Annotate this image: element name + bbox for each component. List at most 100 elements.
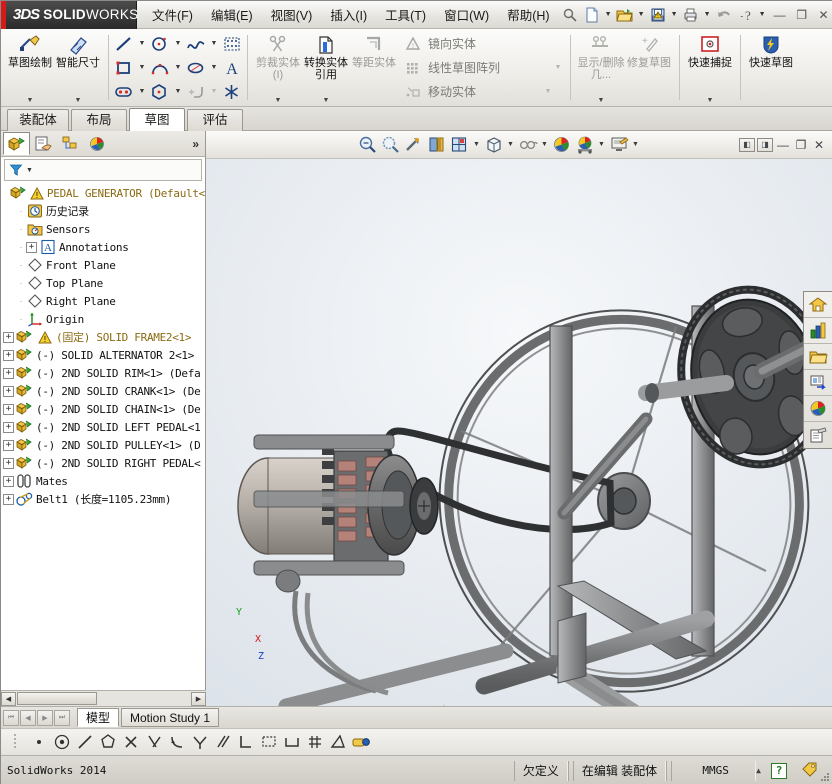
tree-item-right-plane[interactable]: · Right Plane: [3, 292, 205, 310]
open-document-dropdown-icon[interactable]: ▼: [636, 4, 647, 26]
circle-dropdown-icon[interactable]: ▼: [172, 33, 184, 55]
tree-expand-toggle[interactable]: +: [3, 367, 14, 379]
file-explorer-icon[interactable]: [804, 344, 832, 370]
nav-last-button[interactable]: ⏭: [54, 709, 70, 726]
new-document-dropdown-icon[interactable]: ▼: [603, 4, 614, 26]
tile-left-icon[interactable]: ◧: [739, 137, 755, 152]
feature-tree-filter[interactable]: ▼: [4, 159, 202, 181]
feature-tree-hscrollbar[interactable]: ◀ ▶: [1, 690, 206, 706]
custom-properties-icon[interactable]: [804, 422, 832, 448]
slot-dropdown-icon[interactable]: ▼: [136, 81, 148, 103]
arc-icon[interactable]: [148, 57, 172, 79]
nav-first-button[interactable]: ⏮: [3, 709, 19, 726]
spline-dropdown-icon[interactable]: ▼: [208, 33, 220, 55]
grid-relation-icon[interactable]: [304, 731, 326, 753]
intersection-relation-icon[interactable]: [120, 731, 142, 753]
configuration-manager-tab[interactable]: [57, 132, 84, 155]
restore-button[interactable]: ❐: [792, 6, 812, 24]
help-dropdown-icon[interactable]: ▼: [757, 4, 768, 26]
arc-dropdown-icon[interactable]: ▼: [172, 57, 184, 79]
hide-show-items-dropdown-icon[interactable]: ▼: [539, 133, 550, 157]
tree-expand-toggle[interactable]: +: [3, 457, 14, 469]
scroll-left-button[interactable]: ◀: [1, 691, 16, 706]
section-view-icon[interactable]: [425, 133, 448, 157]
trim-entities-caret-icon[interactable]: ▼: [275, 97, 282, 106]
midpoint-relation-icon[interactable]: [166, 731, 188, 753]
save-icon[interactable]: !: [647, 4, 669, 26]
undo-icon[interactable]: [713, 4, 735, 26]
view-orientation-icon[interactable]: [448, 133, 471, 157]
tree-item-2nd-solid-rim[interactable]: + (-) 2ND SOLID RIM<1> (Defa: [3, 364, 205, 382]
tree-expand-toggle[interactable]: +: [3, 403, 14, 415]
units-indicator[interactable]: MMGS: [676, 760, 757, 781]
point-relation-icon[interactable]: [28, 731, 50, 753]
overdefined-help-icon[interactable]: ?: [771, 762, 787, 779]
previous-view-icon[interactable]: [402, 133, 425, 157]
convert-entities-caret-icon[interactable]: ▼: [323, 97, 330, 106]
zoom-to-fit-icon[interactable]: [356, 133, 379, 157]
print-dropdown-icon[interactable]: ▼: [702, 4, 713, 26]
tree-item-2nd-solid-crank[interactable]: + (-) 2ND SOLID CRANK<1> (De: [3, 382, 205, 400]
repair-sketch-button[interactable]: + 修复草图: [625, 29, 673, 106]
view-settings-dropdown-icon[interactable]: ▼: [630, 133, 641, 157]
fillet-icon[interactable]: [184, 81, 208, 103]
solidworks-resources-icon[interactable]: [804, 292, 832, 318]
bottom-tab-model[interactable]: 模型: [77, 708, 120, 727]
tree-item-origin[interactable]: · Origin: [3, 310, 205, 328]
tangent-relation-icon[interactable]: [97, 731, 119, 753]
text-icon[interactable]: A: [220, 57, 244, 79]
tree-item-top-plane[interactable]: · Top Plane: [3, 274, 205, 292]
resize-grip[interactable]: [819, 771, 831, 783]
print-icon[interactable]: [680, 4, 702, 26]
display-style-dropdown-icon[interactable]: ▼: [505, 133, 516, 157]
new-document-icon[interactable]: [581, 4, 603, 26]
tree-expand-toggle[interactable]: +: [3, 331, 14, 343]
display-delete-relations-caret-icon[interactable]: ▼: [598, 97, 605, 106]
tree-expand-toggle[interactable]: +: [3, 439, 14, 451]
coincident-relation-icon[interactable]: [143, 731, 165, 753]
hscroll-thumb[interactable]: [17, 692, 97, 705]
feature-tree[interactable]: ! PEDAL GENERATOR (Default< · 历史记录 · Sensors ·…: [1, 181, 205, 706]
concentric-relation-icon[interactable]: [51, 731, 73, 753]
menu-tools[interactable]: 工具(T): [376, 1, 435, 28]
collinear-relation-icon[interactable]: [74, 731, 96, 753]
rectangle-dropdown-icon[interactable]: ▼: [136, 57, 148, 79]
ellipse-icon[interactable]: [184, 57, 208, 79]
sketch-button-caret-icon[interactable]: ▼: [27, 97, 34, 106]
tab-sketch[interactable]: 草图: [129, 108, 185, 131]
polygon-icon[interactable]: [148, 81, 172, 103]
edit-appearance-icon[interactable]: [550, 133, 573, 157]
tree-item-2nd-solid-pulley[interactable]: + (-) 2ND SOLID PULLEY<1> (D: [3, 436, 205, 454]
display-manager-tab[interactable]: [84, 132, 111, 155]
tree-item-2nd-solid-right-pedal[interactable]: + (-) 2ND SOLID RIGHT PEDAL<: [3, 454, 205, 472]
tab-assembly[interactable]: 装配体: [7, 109, 69, 131]
slot-icon[interactable]: [112, 81, 136, 103]
tree-expand-toggle[interactable]: +: [3, 493, 14, 505]
move-entities-item[interactable]: 移动实体 ▼: [401, 80, 564, 103]
tree-expand-toggle[interactable]: +: [3, 385, 14, 397]
view-settings-icon[interactable]: [607, 133, 630, 157]
polygon-dropdown-icon[interactable]: ▼: [172, 81, 184, 103]
filter-dropdown-icon[interactable]: ▼: [26, 167, 33, 174]
tile-right-icon[interactable]: ◨: [757, 137, 773, 152]
apply-scene-dropdown-icon[interactable]: ▼: [596, 133, 607, 157]
fix-relation-icon[interactable]: [350, 731, 372, 753]
circle-icon[interactable]: [148, 33, 172, 55]
display-delete-relations-button[interactable]: 显示/删除几... ▼: [577, 29, 625, 106]
sketch-pattern-icon[interactable]: [220, 33, 244, 55]
tree-item-solid-frame2[interactable]: +! (固定) SOLID FRAME2<1>: [3, 328, 205, 346]
tree-item-solid-alternator-2[interactable]: + (-) SOLID ALTERNATOR 2<1>: [3, 346, 205, 364]
nav-prev-button[interactable]: ◀: [20, 709, 36, 726]
help-icon[interactable]: ⁃?: [735, 4, 757, 26]
apply-scene-icon[interactable]: [573, 133, 596, 157]
linear-sketch-pattern-dropdown-icon[interactable]: ▼: [552, 57, 564, 79]
tree-item-belt1[interactable]: + Belt1 (长度=1105.23mm): [3, 490, 205, 508]
tree-item-root[interactable]: ! PEDAL GENERATOR (Default<: [3, 184, 205, 202]
menu-view[interactable]: 视图(V): [262, 1, 322, 28]
tree-expand-toggle[interactable]: +: [3, 475, 14, 487]
sketch-button[interactable]: 草图绘制 ▼: [6, 29, 54, 106]
toolbar-grip[interactable]: [5, 731, 27, 753]
menu-window[interactable]: 窗口(W): [435, 1, 498, 28]
smart-dimension-button[interactable]: 智能尺寸 ▼: [54, 29, 102, 106]
mirror-entities-item[interactable]: ! 镜向实体: [401, 32, 564, 55]
